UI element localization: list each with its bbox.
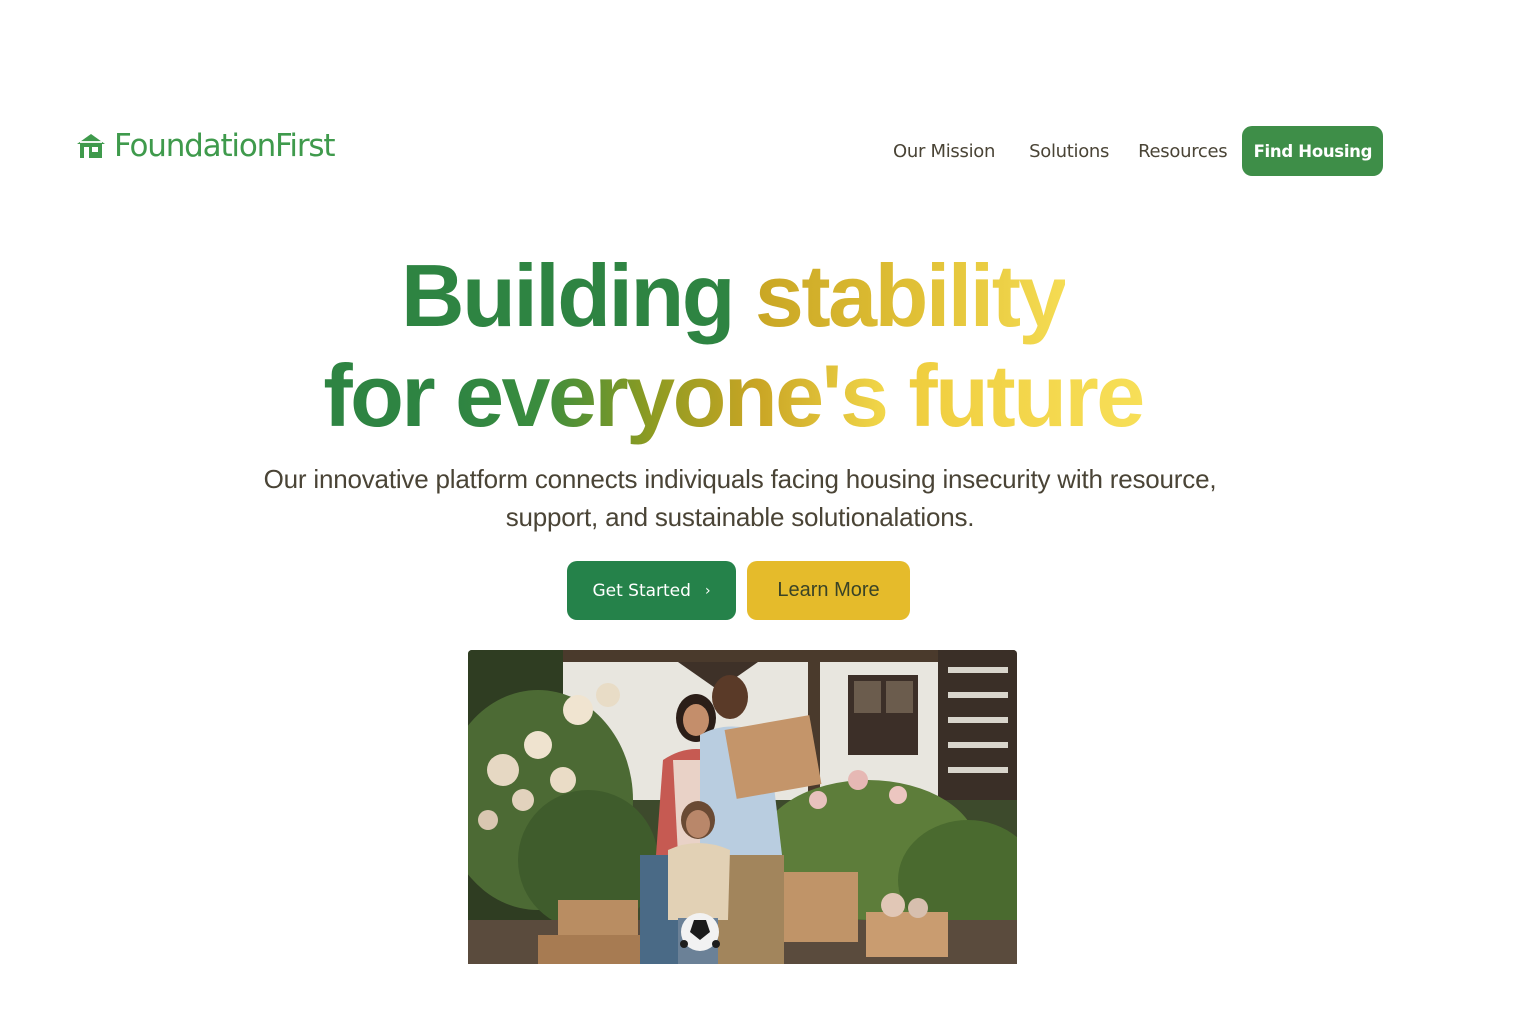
hero-word-future: future bbox=[886, 346, 1145, 445]
hero-word-stability: stability bbox=[754, 246, 1068, 345]
hero-word-building: Building bbox=[401, 246, 735, 345]
chevron-right-icon: › bbox=[704, 582, 711, 599]
brand-logo[interactable]: FoundationFirst bbox=[76, 128, 335, 164]
hero-title-line-1: Building stability bbox=[0, 252, 1536, 340]
brand-name: FoundationFirst bbox=[114, 128, 335, 164]
nav-solutions[interactable]: Solutions bbox=[1029, 141, 1109, 162]
hero-subtitle-line-1: Our innovative platform connects indiviq… bbox=[263, 464, 1217, 494]
family-moving-in-illustration bbox=[468, 650, 1017, 964]
house-icon bbox=[77, 134, 105, 158]
get-started-button[interactable]: Get Started › bbox=[567, 561, 736, 620]
nav-resources[interactable]: Resources bbox=[1138, 141, 1228, 162]
hero-subtitle: Our innovative platform connects indiviq… bbox=[240, 460, 1240, 536]
find-housing-button[interactable]: Find Housing bbox=[1242, 126, 1384, 176]
hero-word-for: for bbox=[323, 346, 456, 445]
hero-word-everyones: everyone's bbox=[455, 346, 889, 445]
hero-family-photo bbox=[468, 650, 1017, 964]
hero-title-line-2: for everyone's future bbox=[0, 352, 1536, 440]
hero-subtitle-line-2: support, and sustainable solutionalation… bbox=[505, 502, 975, 532]
landing-page: FoundationFirst Our Mission Solutions Re… bbox=[0, 0, 1536, 1024]
nav-our-mission[interactable]: Our Mission bbox=[893, 141, 995, 162]
learn-more-button[interactable]: Learn More bbox=[747, 561, 910, 620]
get-started-label: Get Started bbox=[592, 580, 691, 601]
main-nav: Our Mission Solutions Resources Find Hou… bbox=[870, 126, 1384, 176]
